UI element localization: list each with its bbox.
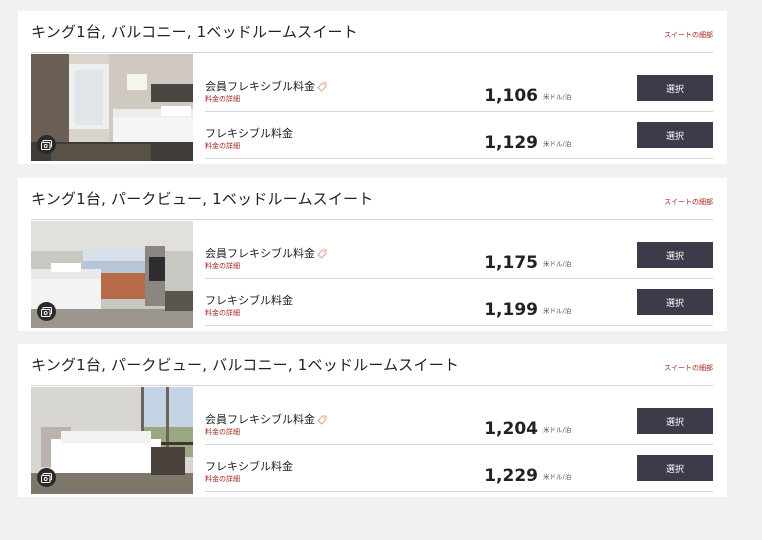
- suite-card-2: キング1台, パークビュー, 1ベッドルームスイート スイートの細部 会員フレキ…: [18, 178, 727, 331]
- price-amount: 1,199: [484, 300, 538, 320]
- suite-title: キング1台, パークビュー, バルコニー, 1ベッドルームスイート: [31, 356, 460, 374]
- rate-name: 会員フレキシブル料金: [205, 245, 327, 261]
- rate-details-link[interactable]: 料金の詳細: [205, 261, 240, 271]
- rate-details-link[interactable]: 料金の詳細: [205, 94, 240, 104]
- suite-photo[interactable]: [31, 387, 193, 494]
- suite-card-3: キング1台, パークビュー, バルコニー, 1ベッドルームスイート スイートの細…: [18, 344, 727, 497]
- price-unit: 米ドル/泊: [543, 140, 572, 148]
- price-amount: 1,175: [484, 253, 538, 273]
- rate-details-link[interactable]: 料金の詳細: [205, 308, 240, 318]
- price-amount: 1,229: [484, 466, 538, 486]
- select-button[interactable]: 選択: [637, 242, 713, 268]
- price-unit: 米ドル/泊: [543, 426, 572, 434]
- tag-icon: [317, 249, 327, 259]
- suite-photo[interactable]: [31, 54, 193, 161]
- camera-gallery-icon[interactable]: [37, 302, 56, 321]
- rate-name: フレキシブル料金: [205, 294, 293, 307]
- rate-row-member: 会員フレキシブル料金 料金の詳細 1,106 米ドル/泊 選択: [205, 65, 713, 112]
- suite-photo[interactable]: [31, 221, 193, 328]
- rate-row-member: 会員フレキシブル料金 料金の詳細 1,204 米ドル/泊 選択: [205, 398, 713, 445]
- select-button[interactable]: 選択: [637, 122, 713, 148]
- suite-title: キング1台, パークビュー, 1ベッドルームスイート: [31, 190, 374, 208]
- divider: [31, 219, 713, 220]
- tag-icon: [317, 415, 327, 425]
- price-amount: 1,129: [484, 133, 538, 153]
- tag-icon: [317, 82, 327, 92]
- rate-name: フレキシブル料金: [205, 127, 293, 140]
- suite-details-link[interactable]: スイートの細部: [664, 30, 713, 40]
- rate-name: 会員フレキシブル料金: [205, 411, 327, 427]
- rate-details-link[interactable]: 料金の詳細: [205, 474, 240, 484]
- price-unit: 米ドル/泊: [543, 307, 572, 315]
- suite-details-link[interactable]: スイートの細部: [664, 197, 713, 207]
- divider: [31, 385, 713, 386]
- price-unit: 米ドル/泊: [543, 260, 572, 268]
- rate-name-text: 会員フレキシブル料金: [205, 80, 315, 93]
- price-unit: 米ドル/泊: [543, 473, 572, 481]
- suite-details-link[interactable]: スイートの細部: [664, 363, 713, 373]
- rate-name-text: 会員フレキシブル料金: [205, 413, 315, 426]
- rate-row-member: 会員フレキシブル料金 料金の詳細 1,175 米ドル/泊 選択: [205, 232, 713, 279]
- price-amount: 1,204: [484, 419, 538, 439]
- rate-row-flexible: フレキシブル料金 料金の詳細 1,129 米ドル/泊 選択: [205, 112, 713, 159]
- price-unit: 米ドル/泊: [543, 93, 572, 101]
- select-button[interactable]: 選択: [637, 75, 713, 101]
- rate-name: フレキシブル料金: [205, 460, 293, 473]
- divider: [31, 52, 713, 53]
- select-button[interactable]: 選択: [637, 289, 713, 315]
- rate-details-link[interactable]: 料金の詳細: [205, 427, 240, 437]
- price-amount: 1,106: [484, 86, 538, 106]
- camera-gallery-icon[interactable]: [37, 468, 56, 487]
- rate-details-link[interactable]: 料金の詳細: [205, 141, 240, 151]
- suite-title: キング1台, バルコニー, 1ベッドルームスイート: [31, 23, 358, 41]
- select-button[interactable]: 選択: [637, 455, 713, 481]
- suite-card-1: キング1台, バルコニー, 1ベッドルームスイート スイートの細部 会員フレキシ…: [18, 11, 727, 164]
- select-button[interactable]: 選択: [637, 408, 713, 434]
- camera-gallery-icon[interactable]: [37, 135, 56, 154]
- rate-row-flexible: フレキシブル料金 料金の詳細 1,199 米ドル/泊 選択: [205, 279, 713, 326]
- rate-name-text: 会員フレキシブル料金: [205, 247, 315, 260]
- rate-name: 会員フレキシブル料金: [205, 78, 327, 94]
- rate-row-flexible: フレキシブル料金 料金の詳細 1,229 米ドル/泊 選択: [205, 445, 713, 492]
